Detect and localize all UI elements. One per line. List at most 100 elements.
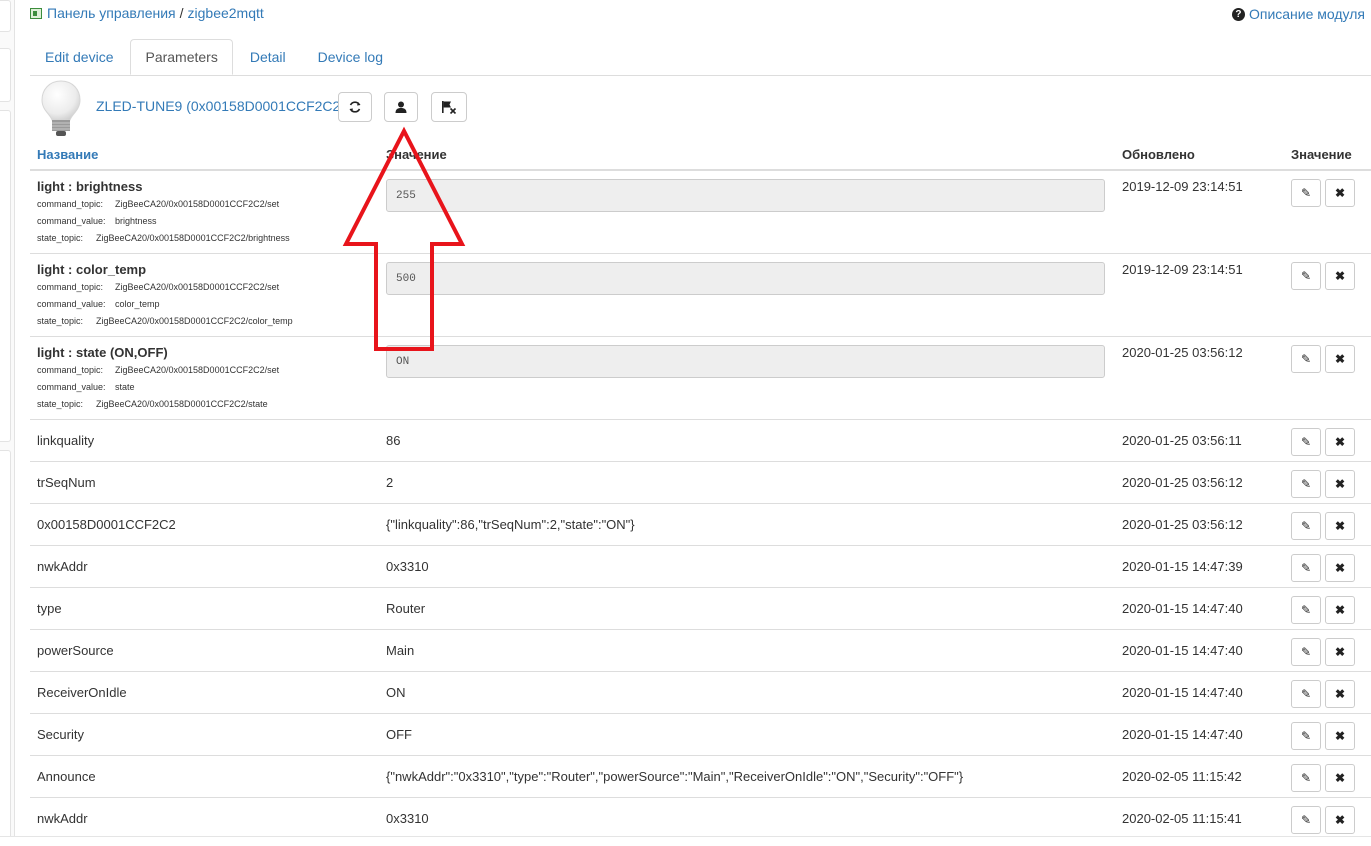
user-button[interactable] — [384, 92, 418, 122]
close-icon: ✖ — [1334, 269, 1346, 283]
table-row: light : brightness command_topic: ZigBeeC… — [30, 171, 1371, 254]
table-row: light : color_temp command_topic: ZigBeeC… — [30, 254, 1371, 337]
close-icon: ✖ — [1334, 729, 1346, 743]
property-name: powerSource — [37, 643, 114, 658]
delete-button[interactable]: ✖ — [1325, 806, 1355, 834]
delete-button[interactable]: ✖ — [1325, 470, 1355, 498]
property-name: light : state (ON,OFF) — [37, 345, 168, 360]
value-input[interactable]: 255 — [386, 179, 1105, 212]
pencil-icon: ✎ — [1300, 435, 1312, 449]
delete-button[interactable]: ✖ — [1325, 680, 1355, 708]
command-topic: command_topic: ZigBeeCA20/0x00158D0001CCF… — [37, 282, 279, 292]
light-bulb-icon — [41, 80, 81, 136]
delete-button[interactable]: ✖ — [1325, 345, 1355, 373]
table-row: powerSource Main 2020-01-15 14:47:40 ✎ ✖ — [30, 630, 1371, 672]
edit-button[interactable]: ✎ — [1291, 470, 1321, 498]
question-circle-icon: ? — [1231, 7, 1245, 21]
column-header-actions: Значение — [1291, 147, 1352, 162]
close-icon: ✖ — [1334, 186, 1346, 200]
delete-button[interactable]: ✖ — [1325, 764, 1355, 792]
command-value: command_value: state — [37, 382, 135, 392]
edit-button[interactable]: ✎ — [1291, 262, 1321, 290]
delete-button[interactable]: ✖ — [1325, 596, 1355, 624]
breadcrumb-module-link[interactable]: zigbee2mqtt — [188, 5, 264, 21]
property-name: light : color_temp — [37, 262, 147, 277]
delete-button[interactable]: ✖ — [1325, 262, 1355, 290]
state-topic: state_topic: ZigBeeCA20/0x00158D0001CCF2C… — [37, 233, 290, 243]
close-icon: ✖ — [1334, 813, 1346, 827]
pencil-icon: ✎ — [1300, 186, 1312, 200]
edit-button[interactable]: ✎ — [1291, 179, 1321, 207]
module-icon — [30, 7, 42, 19]
close-icon: ✖ — [1334, 435, 1346, 449]
column-header-name[interactable]: Название — [37, 147, 98, 162]
pencil-icon: ✎ — [1300, 477, 1312, 491]
property-value: Main — [386, 643, 415, 658]
property-value: 2 — [386, 475, 394, 490]
delete-button[interactable]: ✖ — [1325, 722, 1355, 750]
command-value: command_value: brightness — [37, 216, 157, 226]
command-topic: command_topic: ZigBeeCA20/0x00158D0001CCF… — [37, 365, 279, 375]
property-value: ON — [386, 685, 406, 700]
edit-button[interactable]: ✎ — [1291, 680, 1321, 708]
refresh-icon — [349, 101, 361, 113]
updated-time: 2020-02-05 11:15:41 — [1122, 811, 1242, 826]
pencil-icon: ✎ — [1300, 603, 1312, 617]
flag-remove-button[interactable] — [431, 92, 467, 122]
edit-button[interactable]: ✎ — [1291, 345, 1321, 373]
property-name: Security — [37, 727, 84, 742]
edit-button[interactable]: ✎ — [1291, 596, 1321, 624]
updated-time: 2020-01-15 14:47:40 — [1122, 643, 1243, 658]
value-input[interactable]: 500 — [386, 262, 1105, 295]
delete-button[interactable]: ✖ — [1325, 554, 1355, 582]
table-row: linkquality 86 2020-01-25 03:56:11 ✎ ✖ — [30, 420, 1371, 462]
refresh-button[interactable] — [338, 92, 372, 122]
tab-parameters[interactable]: Parameters — [130, 39, 233, 75]
close-icon: ✖ — [1334, 561, 1346, 575]
meta-value: state — [115, 382, 135, 392]
property-name: nwkAddr — [37, 559, 88, 574]
updated-time: 2020-02-05 11:15:42 — [1122, 769, 1242, 784]
delete-button[interactable]: ✖ — [1325, 179, 1355, 207]
edit-button[interactable]: ✎ — [1291, 806, 1321, 834]
tab-edit-device[interactable]: Edit device — [30, 39, 128, 75]
close-icon: ✖ — [1334, 771, 1346, 785]
updated-time: 2020-01-15 14:47:40 — [1122, 601, 1243, 616]
flag-remove-icon — [442, 101, 457, 114]
meta-label: command_topic: — [37, 199, 104, 209]
property-value: {"linkquality":86,"trSeqNum":2,"state":"… — [386, 517, 635, 532]
module-help-link[interactable]: ? Описание модуля — [1231, 6, 1365, 22]
meta-value: brightness — [115, 216, 157, 226]
delete-button[interactable]: ✖ — [1325, 638, 1355, 666]
edit-button[interactable]: ✎ — [1291, 428, 1321, 456]
delete-button[interactable]: ✖ — [1325, 512, 1355, 540]
pencil-icon: ✎ — [1300, 813, 1312, 827]
delete-button[interactable]: ✖ — [1325, 428, 1355, 456]
property-value: OFF — [386, 727, 412, 742]
property-name: Announce — [37, 769, 96, 784]
close-icon: ✖ — [1334, 519, 1346, 533]
sidebar-panel-edge — [0, 450, 11, 842]
meta-label: command_topic: — [37, 282, 104, 292]
tab-detail[interactable]: Detail — [235, 39, 301, 75]
meta-value: ZigBeeCA20/0x00158D0001CCF2C2/set — [115, 282, 280, 292]
table-row: Announce {"nwkAddr":"0x3310","type":"Rou… — [30, 756, 1371, 798]
meta-label: state_topic: — [37, 316, 84, 326]
meta-value: color_temp — [115, 299, 160, 309]
module-help-label: Описание модуля — [1248, 6, 1365, 22]
edit-button[interactable]: ✎ — [1291, 764, 1321, 792]
edit-button[interactable]: ✎ — [1291, 554, 1321, 582]
updated-time: 2020-01-25 03:56:12 — [1122, 517, 1243, 532]
tabs-bar: Edit device Parameters Detail Device log — [30, 39, 1371, 76]
meta-label: command_value: — [37, 299, 106, 309]
property-value: {"nwkAddr":"0x3310","type":"Router","pow… — [386, 769, 964, 784]
tab-device-log[interactable]: Device log — [303, 39, 398, 75]
value-input[interactable]: ON — [386, 345, 1105, 378]
breadcrumb-panel-link[interactable]: Панель управления — [47, 5, 176, 21]
meta-value: ZigBeeCA20/0x00158D0001CCF2C2/set — [115, 365, 280, 375]
edit-button[interactable]: ✎ — [1291, 722, 1321, 750]
property-value: 86 — [386, 433, 401, 448]
property-name: nwkAddr — [37, 811, 88, 826]
edit-button[interactable]: ✎ — [1291, 638, 1321, 666]
edit-button[interactable]: ✎ — [1291, 512, 1321, 540]
